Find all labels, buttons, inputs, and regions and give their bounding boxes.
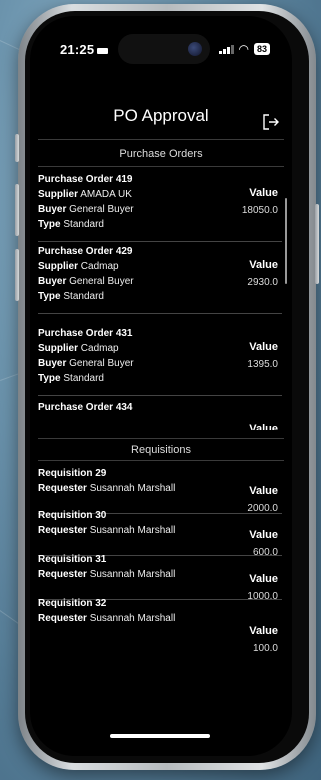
purchase-order-title: Purchase Order 431 <box>38 328 133 339</box>
value-block: Value 1395.0 <box>247 341 278 370</box>
dynamic-island <box>118 34 210 64</box>
section-header-requisitions: Requisitions <box>131 444 191 456</box>
section-header-purchase-orders: Purchase Orders <box>119 148 203 160</box>
purchase-order-card[interactable]: Purchase Order 431 Supplier Cadmap Buyer… <box>38 326 282 396</box>
phone-frame: 21:25 ◠ 83 PO Approval Purchase Orders P… <box>15 4 319 770</box>
sleep-icon <box>97 47 109 54</box>
value-block: Value 100.0 <box>249 625 278 654</box>
requisition-title: Requisition 30 <box>38 510 107 521</box>
scrollbar[interactable] <box>285 198 287 284</box>
volume-down-button <box>15 249 19 301</box>
purchase-order-card[interactable]: Purchase Order 419 Supplier AMADA UK Buy… <box>38 172 282 242</box>
mute-switch <box>15 134 19 162</box>
divider <box>38 395 282 396</box>
purchase-order-title: Purchase Order 434 <box>38 402 133 413</box>
requisition-card[interactable]: Requisition 29 Requester Susannah Marsha… <box>38 466 282 514</box>
requester-row: Requester Susannah Marshall <box>38 483 176 494</box>
value-block: Value <box>249 423 278 430</box>
value-block: Value 2930.0 <box>247 259 278 288</box>
requisition-card[interactable]: Requisition 30 Requester Susannah Marsha… <box>38 508 282 558</box>
page-title: PO Approval <box>113 106 209 125</box>
power-button <box>315 204 319 284</box>
divider <box>38 139 284 140</box>
type-row: Type Standard <box>38 373 104 384</box>
purchase-order-title: Purchase Order 419 <box>38 174 133 185</box>
logout-icon[interactable] <box>262 113 280 131</box>
value-block: Value 18050.0 <box>241 187 278 216</box>
divider <box>38 241 282 242</box>
po-value: 1395.0 <box>247 359 278 370</box>
requisition-card[interactable]: Requisition 32 Requester Susannah Marsha… <box>38 596 282 654</box>
divider <box>38 438 284 439</box>
requisition-title: Requisition 32 <box>38 598 107 609</box>
requisition-title: Requisition 31 <box>38 554 107 565</box>
requester-row: Requester Susannah Marshall <box>38 525 176 536</box>
camera-icon <box>188 42 202 56</box>
divider <box>38 313 282 314</box>
purchase-order-title: Purchase Order 429 <box>38 246 133 257</box>
buyer-row: Buyer General Buyer <box>38 358 134 369</box>
requisition-card[interactable]: Requisition 31 Requester Susannah Marsha… <box>38 552 282 602</box>
requisition-value: 100.0 <box>252 643 278 654</box>
requester-row: Requester Susannah Marshall <box>38 569 176 580</box>
supplier-row: Supplier Cadmap <box>38 261 119 272</box>
po-value: 18050.0 <box>241 205 278 216</box>
type-row: Type Standard <box>38 219 104 230</box>
type-row: Type Standard <box>38 291 104 302</box>
status-bar-icons: ◠ 83 <box>219 42 270 56</box>
battery-icon: 83 <box>253 43 270 55</box>
buyer-row: Buyer General Buyer <box>38 276 134 287</box>
divider <box>38 166 284 167</box>
divider <box>38 460 284 461</box>
purchase-order-card[interactable]: Purchase Order 429 Supplier Cadmap Buyer… <box>38 244 282 314</box>
po-value: 2930.0 <box>247 277 278 288</box>
supplier-row: Supplier Cadmap <box>38 343 119 354</box>
wifi-icon: ◠ <box>238 42 249 56</box>
status-bar-time: 21:25 <box>60 42 109 57</box>
home-indicator[interactable] <box>110 734 210 738</box>
volume-up-button <box>15 184 19 236</box>
signal-icon <box>219 44 234 54</box>
purchase-order-card[interactable]: Purchase Order 434 Value <box>38 400 282 430</box>
requisition-title: Requisition 29 <box>38 468 107 479</box>
requester-row: Requester Susannah Marshall <box>38 613 176 624</box>
app-screen: 21:25 ◠ 83 PO Approval Purchase Orders P… <box>30 16 292 756</box>
